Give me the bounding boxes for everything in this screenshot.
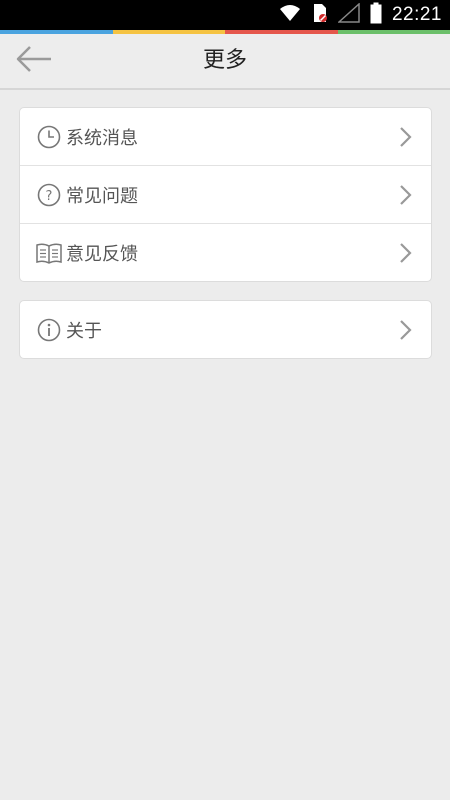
menu-item-system-messages[interactable]: 系统消息: [20, 108, 431, 165]
battery-icon: [370, 2, 382, 28]
chevron-right-icon: [399, 242, 413, 264]
menu-item-label: 系统消息: [66, 127, 138, 149]
menu-item-label: 关于: [66, 320, 102, 342]
question-icon: ?: [36, 182, 62, 208]
status-time: 22:21: [391, 4, 442, 25]
book-icon: [36, 240, 62, 266]
svg-text:?: ?: [46, 189, 53, 204]
menu-item-label: 意见反馈: [66, 243, 138, 265]
wifi-icon: [278, 3, 302, 27]
menu-item-feedback[interactable]: 意见反馈: [20, 223, 431, 281]
menu-item-faq[interactable]: ? 常见问题: [20, 165, 431, 223]
chevron-right-icon: [399, 319, 413, 341]
info-icon: [36, 317, 62, 343]
cell-signal-icon: [336, 2, 360, 27]
header-bar: 更多: [0, 34, 450, 90]
clock-icon: [36, 124, 62, 150]
menu-item-about[interactable]: 关于: [20, 301, 431, 358]
chevron-right-icon: [399, 184, 413, 206]
sim-card-icon: [312, 3, 328, 27]
page-title: 更多: [202, 48, 247, 73]
back-button[interactable]: [12, 42, 56, 80]
menu-item-label: 常见问题: [66, 185, 138, 207]
status-icons: 22:21: [278, 0, 442, 30]
status-bar: 22:21: [0, 0, 450, 30]
menu-group-about: 关于: [19, 300, 432, 359]
chevron-right-icon: [399, 126, 413, 148]
menu-group-main: 系统消息 ? 常见问题 意见反馈: [19, 107, 432, 282]
back-arrow-icon: [15, 44, 53, 78]
